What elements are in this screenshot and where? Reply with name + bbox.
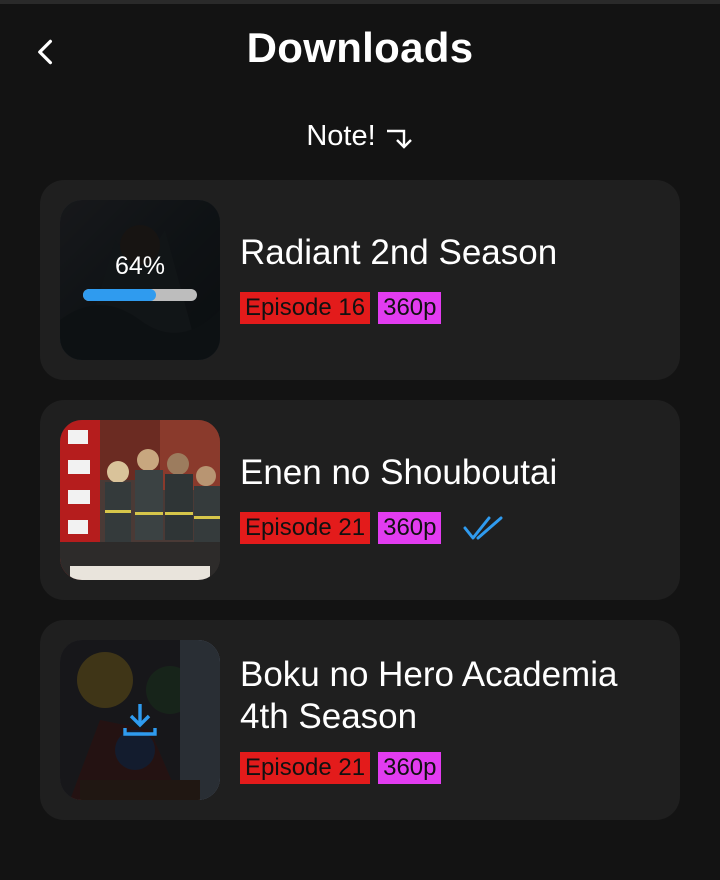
quality-badge: 360p — [378, 292, 442, 324]
arrow-right-down-icon — [386, 129, 412, 149]
quality-badge: 360p — [378, 752, 442, 784]
anime-title: Boku no Hero Academia 4th Season — [240, 655, 618, 736]
double-check-icon — [463, 514, 503, 542]
download-item[interactable]: 64% Radiant 2nd Season Episode 16 360p — [40, 180, 680, 380]
progress-fill — [83, 289, 156, 301]
badge-row: Episode 21 360p — [240, 512, 503, 544]
badge-row: Episode 16 360p — [240, 292, 442, 324]
download-item[interactable]: Enen no Shouboutai Episode 21 360p — [40, 400, 680, 600]
episode-badge: Episode 16 — [240, 292, 371, 324]
badge-row: Episode 21 360p — [240, 752, 442, 784]
progress-bar — [83, 289, 197, 301]
episode-badge: Episode 21 — [240, 752, 371, 784]
download-progress: 64% — [60, 200, 220, 360]
anime-title: Radiant 2nd Season — [240, 233, 558, 272]
note-label: Note! — [306, 120, 376, 152]
download-icon[interactable] — [120, 700, 160, 745]
page-title: Downloads — [246, 24, 474, 71]
episode-badge: Episode 21 — [240, 512, 371, 544]
progress-percent: 64% — [114, 252, 166, 280]
quality-badge: 360p — [378, 512, 442, 544]
note-link[interactable]: Note! — [0, 120, 720, 153]
anime-title: Enen no Shouboutai — [240, 453, 558, 492]
anime-thumbnail — [60, 640, 220, 800]
anime-thumbnail — [60, 420, 220, 580]
app-header: Downloads — [0, 0, 720, 100]
thumbnail-image — [60, 420, 220, 580]
download-item[interactable]: Boku no Hero Academia 4th Season Episode… — [40, 620, 680, 820]
anime-thumbnail: 64% — [60, 200, 220, 360]
